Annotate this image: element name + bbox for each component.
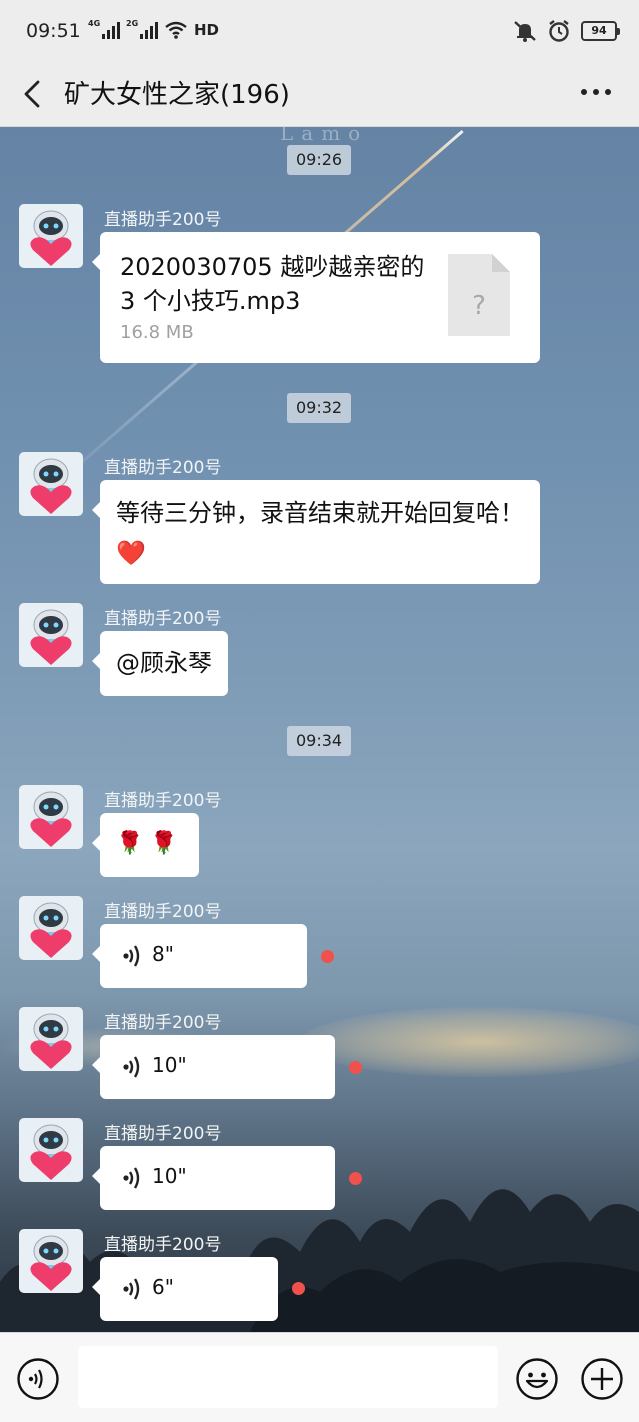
voice-duration: 8": [152, 942, 174, 966]
avatar[interactable]: [19, 204, 83, 268]
unread-dot: [292, 1282, 305, 1295]
unread-dot: [321, 950, 334, 963]
status-bar: 09:51 4G 2G HD 94: [0, 0, 639, 62]
message-text: @顾永琴: [116, 649, 212, 677]
avatar[interactable]: [19, 1229, 83, 1293]
timestamp: 09:26: [287, 145, 352, 175]
avatar[interactable]: [19, 785, 83, 849]
robot-avatar-icon: [30, 1013, 72, 1069]
voice-message-bubble[interactable]: 8": [92, 924, 307, 988]
wallpaper-watermark: Lamo: [280, 127, 369, 145]
sender-name: 直播助手200号: [104, 1235, 222, 1255]
voice-message-bubble[interactable]: 6": [92, 1257, 278, 1321]
wifi-icon: [165, 21, 187, 39]
signal-icon-2: 2G: [126, 19, 158, 39]
avatar[interactable]: [19, 896, 83, 960]
voice-duration: 10": [152, 1164, 187, 1188]
voice-wave-icon: [123, 1278, 140, 1300]
emoji-icon[interactable]: [515, 1357, 559, 1401]
voice-message-bubble[interactable]: 10": [92, 1146, 335, 1210]
robot-avatar-icon: [30, 791, 72, 847]
voice-message-bubble[interactable]: 10": [92, 1035, 335, 1099]
voice-duration: 10": [152, 1053, 187, 1077]
avatar[interactable]: [19, 603, 83, 667]
sender-name: 直播助手200号: [104, 609, 222, 629]
input-bar: [0, 1332, 639, 1422]
sender-name: 直播助手200号: [104, 1124, 222, 1144]
sender-name: 直播助手200号: [104, 902, 222, 922]
network-icons: 4G 2G HD: [88, 19, 220, 39]
sender-name: 直播助手200号: [104, 458, 222, 478]
voice-wave-icon: [123, 1167, 140, 1189]
file-unknown-icon: ?: [448, 254, 510, 336]
file-name: 2020030705 越吵越亲密的 3 个小技巧.mp3: [120, 253, 425, 315]
status-right-icons: 94: [513, 19, 620, 43]
robot-avatar-icon: [30, 902, 72, 958]
more-dots-icon[interactable]: [579, 80, 613, 104]
alarm-icon: [549, 20, 569, 42]
chat-header: 矿大女性之家(196): [0, 62, 639, 127]
robot-avatar-icon: [30, 1235, 72, 1291]
voice-duration: 6": [152, 1275, 174, 1299]
voice-input-icon[interactable]: [16, 1357, 60, 1401]
message-text: 等待三分钟，录音结束就开始回复哈！ ❤️: [100, 480, 540, 586]
sender-name: 直播助手200号: [104, 1013, 222, 1033]
message-input[interactable]: [78, 1346, 498, 1408]
text-message-bubble[interactable]: 等待三分钟，录音结束就开始回复哈！ ❤️: [92, 480, 540, 586]
avatar[interactable]: [19, 1007, 83, 1071]
rose-emojis: 🌹 🌹: [116, 831, 178, 856]
robot-avatar-icon: [30, 609, 72, 665]
plus-icon[interactable]: [580, 1357, 624, 1401]
sender-name: 直播助手200号: [104, 210, 222, 230]
chat-title: 矿大女性之家(196): [64, 80, 290, 110]
network-type-label: 4G: [88, 19, 101, 28]
battery-icon: 94: [581, 21, 620, 41]
chat-area[interactable]: Lamo 09:26 直播助手200号 2020030705 越吵越亲密的 3 …: [0, 127, 639, 1332]
heart-emoji: ❤️: [116, 539, 146, 567]
text-message-bubble[interactable]: @顾永琴: [92, 631, 228, 696]
hd-voice-badge: HD: [194, 21, 220, 39]
robot-avatar-icon: [30, 1124, 72, 1180]
status-time: 09:51: [26, 20, 81, 42]
timestamp: 09:32: [287, 393, 352, 423]
unread-dot: [349, 1061, 362, 1074]
sender-name: 直播助手200号: [104, 791, 222, 811]
file-icon-glyph: ?: [472, 291, 486, 321]
avatar[interactable]: [19, 1118, 83, 1182]
robot-avatar-icon: [30, 210, 72, 266]
mute-bell-icon: [514, 21, 536, 42]
voice-wave-icon: [123, 1056, 140, 1078]
network-type-label-2: 2G: [126, 19, 139, 28]
emoji-message-bubble[interactable]: 🌹 🌹: [92, 813, 199, 877]
robot-avatar-icon: [30, 458, 72, 514]
signal-icon: 4G: [88, 19, 120, 39]
message-text-content: 等待三分钟，录音结束就开始回复哈！: [116, 499, 524, 527]
file-size: 16.8 MB: [120, 322, 194, 343]
voice-wave-icon: [123, 945, 140, 967]
avatar[interactable]: [19, 452, 83, 516]
timestamp: 09:34: [287, 726, 352, 756]
chevron-left-icon[interactable]: [18, 78, 48, 110]
file-message-bubble[interactable]: 2020030705 越吵越亲密的 3 个小技巧.mp3 16.8 MB ?: [92, 232, 540, 363]
unread-dot: [349, 1172, 362, 1185]
